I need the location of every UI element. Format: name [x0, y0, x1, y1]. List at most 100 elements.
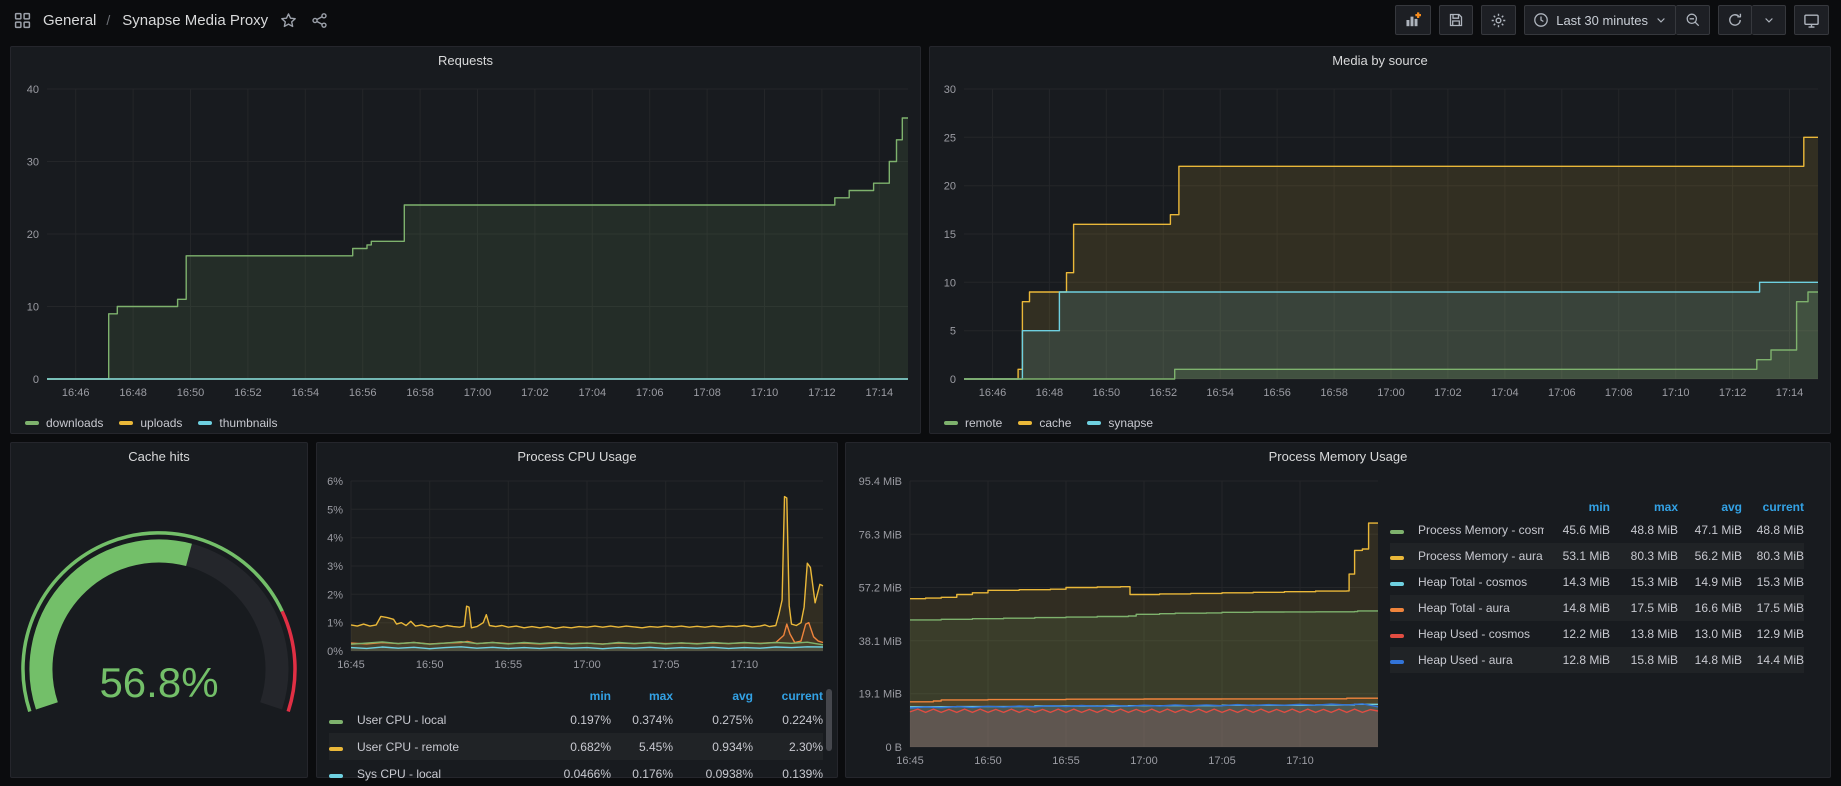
- legend-row[interactable]: User CPU - remote0.682%5.45%0.934%2.30%: [329, 733, 823, 760]
- legend-col-min[interactable]: min: [533, 689, 611, 703]
- legend-value-avg: 14.8 MiB: [1678, 653, 1742, 667]
- legend-item-downloads[interactable]: downloads: [25, 416, 103, 430]
- series-color-icon: [329, 720, 343, 724]
- panel-title-cache-hits[interactable]: Cache hits: [11, 443, 307, 471]
- series-color-icon: [1390, 634, 1404, 638]
- series-color-icon: [1390, 530, 1404, 534]
- legend-series-label: Heap Total - aura: [1418, 601, 1544, 615]
- legend-row[interactable]: Process Memory - aura53.1 MiB80.3 MiB56.…: [1390, 543, 1804, 569]
- legend-label: downloads: [46, 416, 103, 430]
- legend-item-remote[interactable]: remote: [944, 416, 1002, 430]
- legend-series-label: User CPU - local: [357, 713, 533, 727]
- panel-title-process-cpu[interactable]: Process CPU Usage: [317, 443, 837, 471]
- refresh-button[interactable]: [1718, 5, 1752, 35]
- breadcrumb-separator: /: [106, 12, 110, 28]
- legend-col-current[interactable]: current: [1742, 500, 1804, 514]
- svg-text:16:46: 16:46: [62, 387, 90, 399]
- svg-text:17:04: 17:04: [1491, 387, 1519, 399]
- legend-item-cache[interactable]: cache: [1018, 416, 1071, 430]
- svg-text:76.3 MiB: 76.3 MiB: [859, 529, 902, 541]
- chevron-down-icon: [1763, 14, 1775, 26]
- legend-label: uploads: [140, 416, 182, 430]
- legend-col-min[interactable]: min: [1544, 500, 1610, 514]
- panel-title-media-by-source[interactable]: Media by source: [930, 47, 1830, 75]
- refresh-interval-button[interactable]: [1752, 5, 1786, 35]
- add-panel-button[interactable]: [1395, 5, 1431, 35]
- time-range-picker[interactable]: Last 30 minutes: [1524, 5, 1676, 35]
- legend-col-max[interactable]: max: [1610, 500, 1678, 514]
- legend-col-avg[interactable]: avg: [673, 689, 753, 703]
- svg-text:17:12: 17:12: [1719, 387, 1747, 399]
- svg-text:95.4 MiB: 95.4 MiB: [859, 476, 902, 488]
- svg-text:57.2 MiB: 57.2 MiB: [859, 583, 902, 595]
- panel-process-cpu: Process CPU Usage 16:4516:5016:5517:0017…: [316, 442, 838, 778]
- legend-item-synapse[interactable]: synapse: [1087, 416, 1153, 430]
- save-dashboard-button[interactable]: [1439, 5, 1473, 35]
- media-by-source-legend: remote cache synapse: [930, 410, 1830, 436]
- legend-item-uploads[interactable]: uploads: [119, 416, 182, 430]
- legend-header-row: minmaxavgcurrent: [1390, 497, 1804, 517]
- legend-row[interactable]: Heap Total - cosmos14.3 MiB15.3 MiB14.9 …: [1390, 569, 1804, 595]
- legend-value-max: 15.8 MiB: [1610, 653, 1678, 667]
- series-color-icon: [329, 747, 343, 751]
- dashboards-grid-icon[interactable]: [12, 10, 33, 31]
- cycle-view-mode-button[interactable]: [1794, 5, 1829, 35]
- legend-row[interactable]: Heap Used - cosmos12.2 MiB13.8 MiB13.0 M…: [1390, 621, 1804, 647]
- clock-icon: [1533, 12, 1549, 28]
- svg-text:16:48: 16:48: [1036, 387, 1064, 399]
- svg-text:17:02: 17:02: [521, 387, 549, 399]
- cache-hits-gauge: 56.8%: [11, 471, 307, 780]
- requests-chart[interactable]: 16:4616:4816:5016:5216:5416:5616:5817:00…: [11, 75, 920, 410]
- share-dashboard-button[interactable]: [309, 10, 330, 31]
- zoom-out-button[interactable]: [1676, 5, 1710, 35]
- legend-series-label: Heap Used - aura: [1418, 653, 1544, 667]
- favorite-star-button[interactable]: [278, 10, 299, 31]
- legend-row[interactable]: Process Memory - cosmos45.6 MiB48.8 MiB4…: [1390, 517, 1804, 543]
- legend-item-thumbnails[interactable]: thumbnails: [198, 416, 277, 430]
- panel-title-requests[interactable]: Requests: [11, 47, 920, 75]
- svg-text:3%: 3%: [327, 561, 343, 573]
- legend-col-max[interactable]: max: [611, 689, 673, 703]
- media-by-source-chart[interactable]: 16:4616:4816:5016:5216:5416:5616:5817:00…: [930, 75, 1830, 410]
- legend-row[interactable]: Heap Used - aura12.8 MiB15.8 MiB14.8 MiB…: [1390, 647, 1804, 673]
- legend-col-current[interactable]: current: [753, 689, 823, 703]
- grafana-dashboard: General / Synapse Media Proxy: [0, 0, 1841, 786]
- svg-text:17:00: 17:00: [573, 659, 601, 671]
- svg-text:16:48: 16:48: [119, 387, 147, 399]
- legend-row[interactable]: Sys CPU - local0.0466%0.176%0.0938%0.139…: [329, 760, 823, 786]
- process-cpu-legend: minmaxavgcurrent User CPU - local0.197%0.…: [317, 682, 837, 786]
- svg-text:17:08: 17:08: [1605, 387, 1633, 399]
- legend-row[interactable]: User CPU - local0.197%0.374%0.275%0.224%: [329, 706, 823, 733]
- svg-text:16:54: 16:54: [292, 387, 320, 399]
- legend-value-max: 0.374%: [611, 713, 673, 727]
- svg-text:16:56: 16:56: [1263, 387, 1291, 399]
- process-memory-chart[interactable]: 16:4516:5016:5517:0017:0517:100 B19.1 Mi…: [846, 471, 1384, 778]
- legend-value-avg: 47.1 MiB: [1678, 523, 1742, 537]
- svg-text:10: 10: [27, 302, 39, 314]
- legend-value-min: 0.197%: [533, 713, 611, 727]
- legend-row[interactable]: Heap Total - aura14.8 MiB17.5 MiB16.6 Mi…: [1390, 595, 1804, 621]
- legend-value-min: 12.2 MiB: [1544, 627, 1610, 641]
- svg-text:4%: 4%: [327, 533, 343, 545]
- breadcrumb-folder[interactable]: General: [43, 12, 96, 29]
- legend-value-min: 53.1 MiB: [1544, 549, 1610, 563]
- legend-col-avg[interactable]: avg: [1678, 500, 1742, 514]
- breadcrumb: General / Synapse Media Proxy: [12, 10, 330, 31]
- time-range-label: Last 30 minutes: [1556, 13, 1648, 28]
- legend-series-label: Heap Total - cosmos: [1418, 575, 1544, 589]
- legend-value-current: 15.3 MiB: [1742, 575, 1804, 589]
- legend-series-label: Heap Used - cosmos: [1418, 627, 1544, 641]
- legend-value-current: 48.8 MiB: [1742, 523, 1804, 537]
- legend-value-min: 14.8 MiB: [1544, 601, 1610, 615]
- legend-scrollbar[interactable]: [826, 689, 832, 751]
- svg-text:17:06: 17:06: [636, 387, 664, 399]
- series-color-icon: [25, 421, 39, 425]
- dashboard-settings-button[interactable]: [1481, 5, 1516, 35]
- dashboard-title: Synapse Media Proxy: [122, 12, 268, 29]
- process-cpu-chart[interactable]: 16:4516:5016:5517:0017:0517:100%1%2%3%4%…: [317, 471, 837, 682]
- svg-text:1%: 1%: [327, 618, 343, 630]
- svg-text:16:55: 16:55: [1052, 755, 1080, 767]
- svg-text:17:05: 17:05: [652, 659, 680, 671]
- legend-label: remote: [965, 416, 1002, 430]
- panel-title-process-memory[interactable]: Process Memory Usage: [846, 443, 1830, 471]
